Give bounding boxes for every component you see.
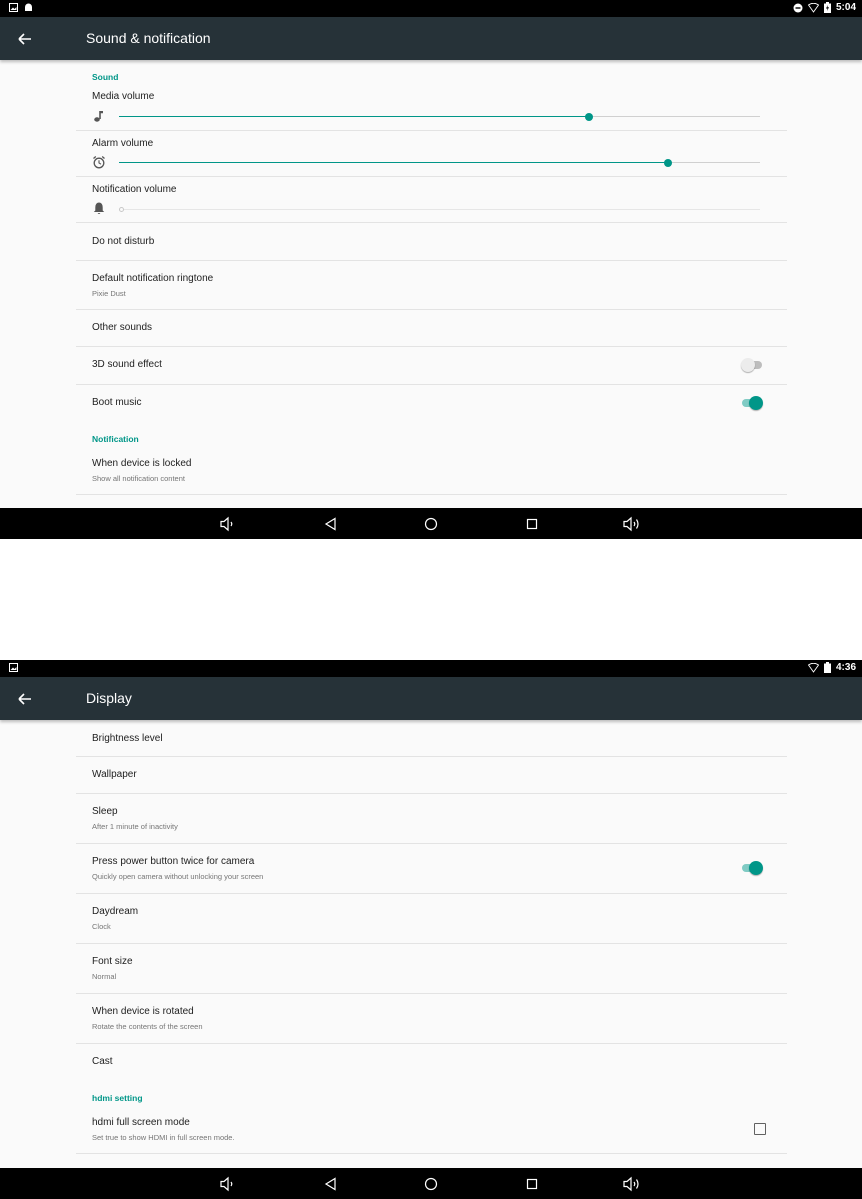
page-title: Sound & notification xyxy=(86,30,211,46)
daydream-label: Daydream xyxy=(92,906,139,917)
rotation-label: When device is rotated xyxy=(92,1006,194,1017)
hdmi-full-row[interactable]: hdmi full screen mode Set true to show H… xyxy=(76,1106,787,1154)
ringtone-label: Default notification ringtone xyxy=(92,273,214,284)
cast-row[interactable]: Cast xyxy=(76,1044,787,1081)
wallpaper-row[interactable]: Wallpaper xyxy=(76,757,787,794)
sleep-label: Sleep xyxy=(92,806,118,817)
wifi-icon xyxy=(807,2,819,13)
other-sounds-label: Other sounds xyxy=(92,322,153,333)
rotation-row[interactable]: When device is rotated Rotate the conten… xyxy=(76,994,787,1044)
android-icon xyxy=(25,3,32,12)
rotation-value: Rotate the contents of the screen xyxy=(92,1022,203,1031)
section-header-notification: Notification xyxy=(92,434,139,444)
music-note-icon xyxy=(94,111,103,122)
hdmi-full-label: hdmi full screen mode xyxy=(92,1117,190,1128)
boot-music-label: Boot music xyxy=(92,397,142,408)
app-bar: Display xyxy=(0,677,862,720)
power-camera-value: Quickly open camera without unlocking yo… xyxy=(92,872,264,881)
do-not-disturb-label: Do not disturb xyxy=(92,236,155,247)
picture-icon xyxy=(9,3,18,12)
notification-volume-row: Notification volume xyxy=(76,177,787,223)
nav-back-icon[interactable] xyxy=(321,1174,341,1194)
brightness-row[interactable]: Brightness level xyxy=(76,720,787,757)
hdmi-full-value: Set true to show HDMI in full screen mod… xyxy=(92,1133,235,1142)
power-camera-row[interactable]: Press power button twice for camera Quic… xyxy=(76,844,787,894)
alarm-clock-icon xyxy=(93,156,105,169)
device-locked-label: When device is locked xyxy=(92,458,192,469)
status-time: 4:36 xyxy=(835,662,856,673)
sound-effect-switch[interactable] xyxy=(741,358,763,372)
home-icon[interactable] xyxy=(421,1174,441,1194)
navigation-bar xyxy=(0,1168,862,1199)
wallpaper-label: Wallpaper xyxy=(92,769,137,780)
status-bar: 4:36 xyxy=(0,660,862,677)
sleep-value: After 1 minute of inactivity xyxy=(92,822,178,831)
status-bar: 5:04 xyxy=(0,0,862,17)
font-size-row[interactable]: Font size Normal xyxy=(76,944,787,994)
battery-icon xyxy=(823,662,831,673)
do-not-disturb-row[interactable]: Do not disturb xyxy=(76,223,787,261)
device-locked-row[interactable]: When device is locked Show all notificat… xyxy=(76,448,787,495)
device-locked-value: Show all notification content xyxy=(92,474,185,483)
page-title: Display xyxy=(86,690,132,706)
volume-up-icon[interactable] xyxy=(622,514,642,534)
slider-fill xyxy=(119,162,668,163)
boot-music-switch[interactable] xyxy=(741,396,763,410)
battery-icon xyxy=(823,2,831,13)
media-volume-slider[interactable] xyxy=(119,112,760,121)
notification-volume-label: Notification volume xyxy=(92,184,177,195)
volume-down-icon[interactable] xyxy=(218,1174,238,1194)
slider-thumb[interactable] xyxy=(663,158,672,167)
bell-icon xyxy=(93,202,105,214)
app-bar: Sound & notification xyxy=(0,17,862,60)
alarm-volume-label: Alarm volume xyxy=(92,138,154,149)
media-volume-label: Media volume xyxy=(92,91,155,102)
section-header-sound: Sound xyxy=(92,72,119,82)
switch-knob xyxy=(749,396,763,410)
back-arrow-icon[interactable] xyxy=(14,28,36,50)
ringtone-row[interactable]: Default notification ringtone Pixie Dust xyxy=(76,261,787,310)
ringtone-value: Pixie Dust xyxy=(92,289,126,298)
brightness-label: Brightness level xyxy=(92,733,163,744)
sound-effect-label: 3D sound effect xyxy=(92,359,162,370)
volume-down-icon[interactable] xyxy=(218,514,238,534)
notification-volume-slider[interactable] xyxy=(119,207,760,212)
slider-thumb[interactable] xyxy=(584,112,593,121)
hdmi-full-checkbox[interactable] xyxy=(754,1123,766,1135)
boot-music-row[interactable]: Boot music xyxy=(76,385,787,423)
slider-fill xyxy=(119,116,589,117)
media-volume-row: Media volume xyxy=(76,84,787,131)
alarm-volume-row: Alarm volume xyxy=(76,131,787,177)
alarm-volume-slider[interactable] xyxy=(119,158,760,167)
wifi-icon xyxy=(807,662,819,673)
recents-icon[interactable] xyxy=(522,1174,542,1194)
sound-notification-screen: 5:04 Sound & notification Sound Media vo… xyxy=(0,0,862,539)
volume-up-icon[interactable] xyxy=(622,1174,642,1194)
home-icon[interactable] xyxy=(421,514,441,534)
recents-icon[interactable] xyxy=(522,514,542,534)
nav-back-icon[interactable] xyxy=(321,514,341,534)
font-size-label: Font size xyxy=(92,956,133,967)
power-camera-label: Press power button twice for camera xyxy=(92,856,255,867)
picture-icon xyxy=(9,663,18,672)
power-camera-switch[interactable] xyxy=(741,861,763,875)
navigation-bar xyxy=(0,508,862,539)
settings-list: Brightness level Wallpaper Sleep After 1… xyxy=(0,720,862,1168)
cast-label: Cast xyxy=(92,1056,113,1067)
daydream-row[interactable]: Daydream Clock xyxy=(76,894,787,944)
display-screen: 4:36 Display Brightness level Wallpaper … xyxy=(0,660,862,1199)
sound-effect-row[interactable]: 3D sound effect xyxy=(76,347,787,385)
settings-list: Sound Media volume Alarm volume Notifica… xyxy=(0,60,862,508)
switch-knob xyxy=(749,861,763,875)
other-sounds-row[interactable]: Other sounds xyxy=(76,310,787,347)
status-time: 5:04 xyxy=(835,2,856,13)
dnd-icon xyxy=(793,3,803,12)
switch-knob xyxy=(741,358,755,372)
daydream-value: Clock xyxy=(92,922,111,931)
section-header-hdmi: hdmi setting xyxy=(92,1093,143,1103)
sleep-row[interactable]: Sleep After 1 minute of inactivity xyxy=(76,794,787,844)
slider-thumb[interactable] xyxy=(119,207,124,212)
back-arrow-icon[interactable] xyxy=(14,688,36,710)
font-size-value: Normal xyxy=(92,972,117,981)
